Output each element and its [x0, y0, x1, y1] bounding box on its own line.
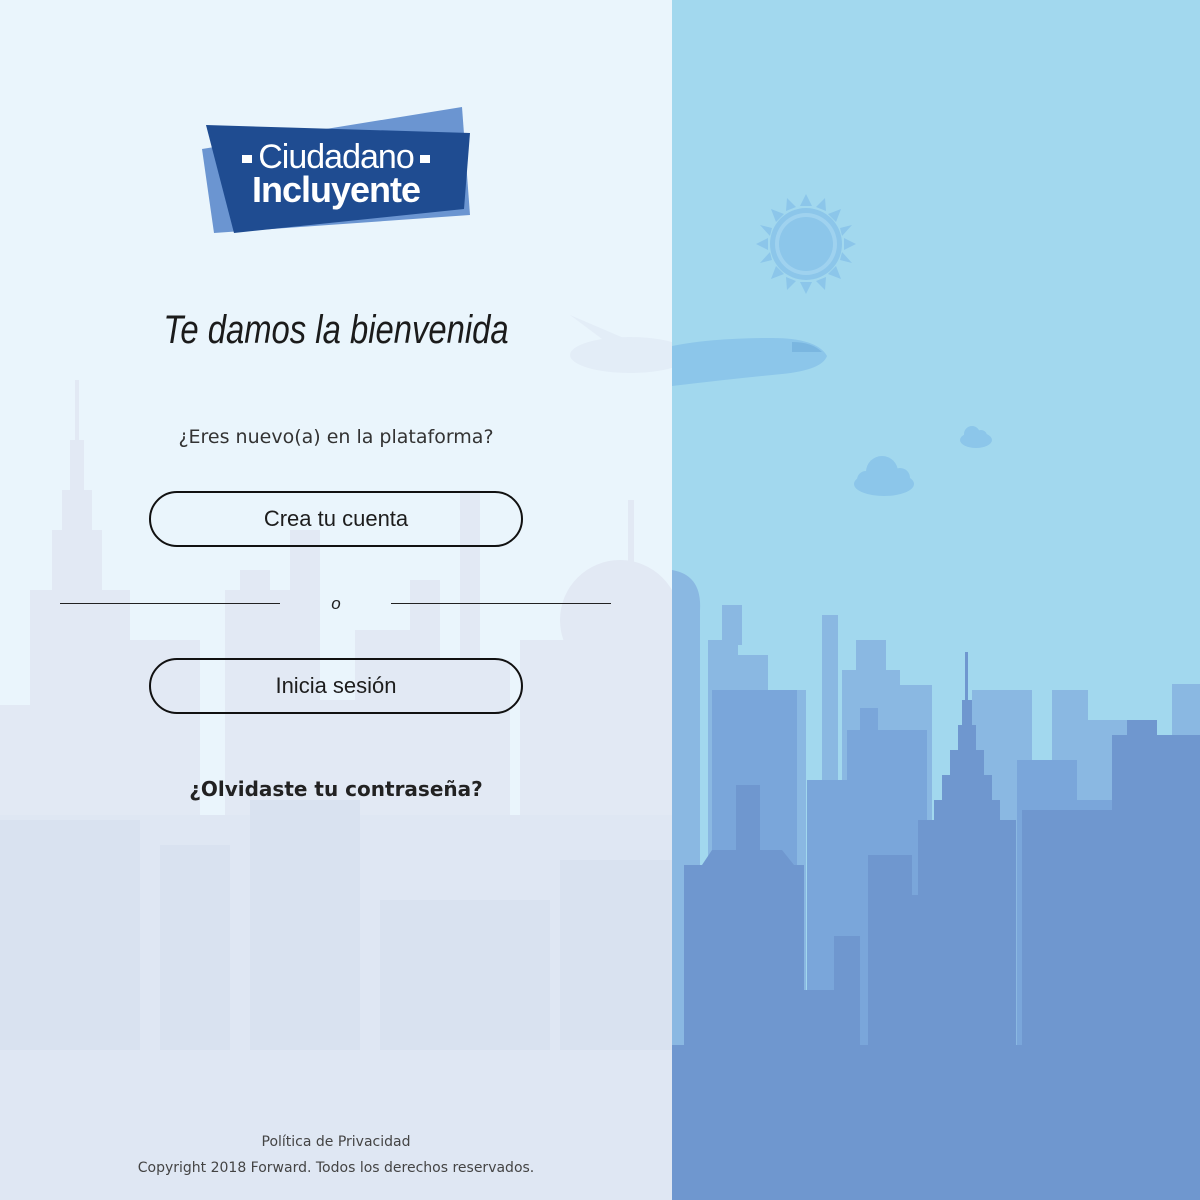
divider-or-label: o — [331, 594, 341, 613]
airplane-icon — [672, 338, 827, 386]
privacy-policy-link[interactable]: Política de Privacidad — [0, 1132, 672, 1152]
copyright-text: Copyright 2018 Forward. Todos los derech… — [137, 1160, 535, 1176]
city-skyline — [672, 570, 1200, 1200]
forgot-password-link[interactable]: ¿Olvidaste tu contraseña? — [0, 775, 672, 803]
divider-line-right — [391, 603, 611, 604]
cloud-icon — [854, 456, 914, 496]
login-page: Ciudadano Incluyente Te damos la bienven… — [0, 0, 1200, 1200]
logo-text-line2: Incluyente — [251, 169, 421, 210]
city-illustration-panel — [672, 0, 1200, 1200]
ciudadano-incluyente-logo: Ciudadano Incluyente — [198, 105, 474, 237]
create-account-button[interactable]: Crea tu cuenta — [149, 491, 523, 547]
login-panel: Ciudadano Incluyente Te damos la bienven… — [0, 0, 672, 1200]
cloud-icon — [960, 426, 992, 448]
sun-icon — [756, 194, 856, 294]
login-button[interactable]: Inicia sesión — [149, 658, 523, 714]
new-user-question: ¿Eres nuevo(a) en la plataforma? — [178, 426, 494, 448]
welcome-title: Te damos la bienvenida — [163, 308, 509, 352]
